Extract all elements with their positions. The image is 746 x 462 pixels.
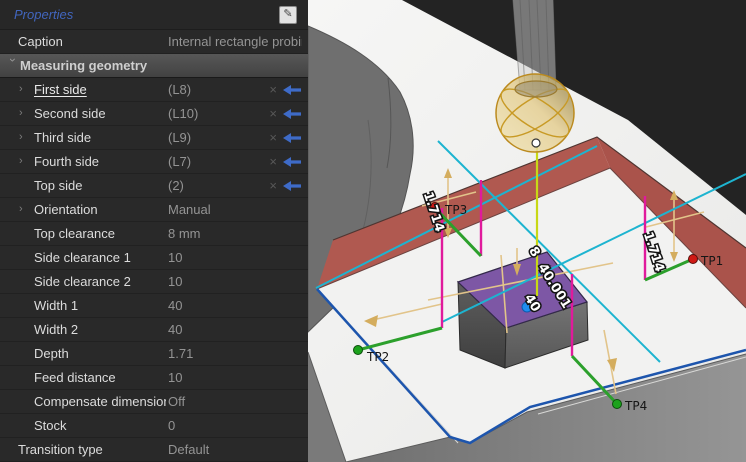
assign-arrow-icon[interactable] [283,109,301,119]
row-label: Stock [34,414,166,437]
row-depth[interactable]: Depth 1.71 [0,342,308,366]
3d-scene: TP3 TP1 TP2 TP4 1.714 1.714 8 40.001 40 [308,0,746,462]
row-value[interactable]: 10 [168,366,302,389]
clear-icon[interactable]: × [269,102,277,125]
row-transition-type[interactable]: Transition type Default [0,438,308,462]
row-label: Top clearance [34,222,166,245]
row-value[interactable]: (2) [168,174,260,197]
section-measuring-geometry[interactable]: › Measuring geometry [0,54,308,78]
assign-arrow-icon[interactable] [283,157,301,167]
application-window: Properties ✎ Caption Internal rectangle … [0,0,746,462]
row-label: Width 2 [34,318,166,341]
expander-icon[interactable]: › [19,198,23,221]
expander-icon[interactable]: › [19,78,23,101]
row-first-side[interactable]: › First side (L8) × [0,78,308,102]
touch-point-tp2[interactable] [354,346,363,355]
tp2-label: TP2 [366,350,389,364]
touch-point-tp4[interactable] [613,400,622,409]
edit-icon[interactable]: ✎ [279,6,297,24]
row-value[interactable]: 10 [168,246,302,269]
row-value[interactable]: 0 [168,414,302,437]
row-stock[interactable]: Stock 0 [0,414,308,438]
row-value[interactable]: (L7) [168,150,260,173]
clear-icon[interactable]: × [269,78,277,101]
row-label: Top side [34,174,166,197]
row-value[interactable]: 40 [168,294,302,317]
row-value[interactable]: 1.71 [168,342,302,365]
row-caption[interactable]: Caption Internal rectangle probing [0,30,308,54]
row-orientation[interactable]: › Orientation Manual [0,198,308,222]
row-label: Second side [34,102,166,125]
row-value[interactable]: Internal rectangle probing [168,30,302,53]
row-label: First side [34,78,166,101]
tp1-label: TP1 [700,254,723,268]
row-label: Depth [34,342,166,365]
row-side-clearance-2[interactable]: Side clearance 2 10 [0,270,308,294]
probe-tip-point [532,139,540,147]
assign-arrow-icon[interactable] [283,133,301,143]
row-label: Width 1 [34,294,166,317]
row-fourth-side[interactable]: › Fourth side (L7) × [0,150,308,174]
row-value[interactable]: (L8) [168,78,260,101]
tp4-label: TP4 [624,399,647,413]
row-value[interactable]: Manual [168,198,302,221]
row-width-1[interactable]: Width 1 40 [0,294,308,318]
row-value[interactable]: 10 [168,270,302,293]
clear-icon[interactable]: × [269,126,277,149]
row-label: Transition type [18,438,166,461]
row-value[interactable]: Off [168,390,302,413]
row-label: Side clearance 1 [34,246,166,269]
row-value[interactable]: 40 [168,318,302,341]
row-value[interactable]: (L10) [168,102,260,125]
assign-arrow-icon[interactable] [283,181,301,191]
assign-arrow-icon[interactable] [283,85,301,95]
panel-header: Properties ✎ [0,0,308,30]
expander-icon[interactable]: › [19,126,23,149]
expander-icon[interactable]: › [19,150,23,173]
row-label: Third side [34,126,166,149]
property-rows: Caption Internal rectangle probing › Mea… [0,30,308,462]
row-third-side[interactable]: › Third side (L9) × [0,126,308,150]
touch-point-tp1[interactable] [689,255,698,264]
row-label: Feed distance [34,366,166,389]
probe-sphere [495,74,576,152]
panel-title: Properties [14,7,73,22]
expander-icon[interactable]: › [19,102,23,125]
section-label: Measuring geometry [20,54,302,77]
clear-icon[interactable]: × [269,174,277,197]
row-top-clearance[interactable]: Top clearance 8 mm [0,222,308,246]
properties-panel: Properties ✎ Caption Internal rectangle … [0,0,308,462]
row-compensate-dimension[interactable]: Compensate dimension Off [0,390,308,414]
row-label: Fourth side [34,150,166,173]
tp3-label: TP3 [444,203,467,217]
row-feed-distance[interactable]: Feed distance 10 [0,366,308,390]
row-value[interactable]: Default [168,438,302,461]
row-label: Side clearance 2 [34,270,166,293]
row-second-side[interactable]: › Second side (L10) × [0,102,308,126]
clear-icon[interactable]: × [269,150,277,173]
row-label: Caption [18,30,166,53]
row-side-clearance-1[interactable]: Side clearance 1 10 [0,246,308,270]
row-label: Compensate dimension [34,390,166,413]
row-label: Orientation [34,198,166,221]
row-value[interactable]: (L9) [168,126,260,149]
3d-viewport[interactable]: TP3 TP1 TP2 TP4 1.714 1.714 8 40.001 40 [308,0,746,462]
row-top-side[interactable]: Top side (2) × [0,174,308,198]
row-width-2[interactable]: Width 2 40 [0,318,308,342]
row-value[interactable]: 8 mm [168,222,302,245]
